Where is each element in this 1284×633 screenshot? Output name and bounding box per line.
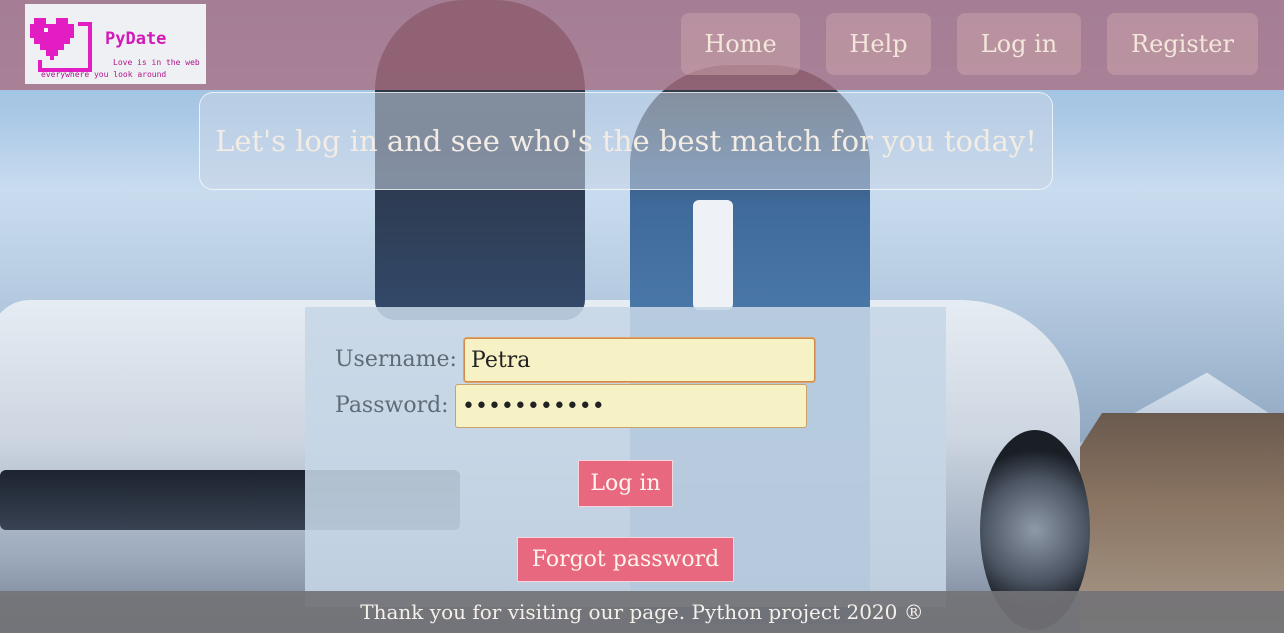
site-logo[interactable]: PyDate Love is in the web everywhere you…: [25, 4, 206, 84]
welcome-banner-text: Let's log in and see who's the best matc…: [215, 124, 1037, 158]
footer-text: Thank you for visiting our page. Python …: [360, 600, 924, 624]
username-label: Username:: [335, 347, 457, 372]
forgot-password-button[interactable]: Forgot password: [517, 537, 734, 582]
password-label: Password:: [335, 393, 449, 418]
nav-register-button[interactable]: Register: [1107, 13, 1258, 75]
person-right-shirt: [693, 200, 733, 310]
logo-brand: PyDate: [105, 29, 167, 49]
nav-help-button[interactable]: Help: [826, 13, 931, 75]
nav-home-button[interactable]: Home: [681, 13, 800, 75]
password-input[interactable]: [455, 384, 807, 428]
logo-tagline-line2: everywhere you look around: [41, 70, 167, 79]
username-input[interactable]: [464, 338, 815, 382]
login-button[interactable]: Log in: [578, 460, 673, 507]
login-panel: Username: Password: Log in Forgot passwo…: [305, 307, 946, 607]
welcome-banner: Let's log in and see who's the best matc…: [199, 92, 1053, 190]
nav-login-button[interactable]: Log in: [957, 13, 1081, 75]
top-header: PyDate Love is in the web everywhere you…: [0, 0, 1284, 90]
page-footer: Thank you for visiting our page. Python …: [0, 591, 1284, 633]
logo-tagline-line1: Love is in the web: [113, 58, 200, 67]
pixel-heart-icon: [30, 18, 92, 72]
